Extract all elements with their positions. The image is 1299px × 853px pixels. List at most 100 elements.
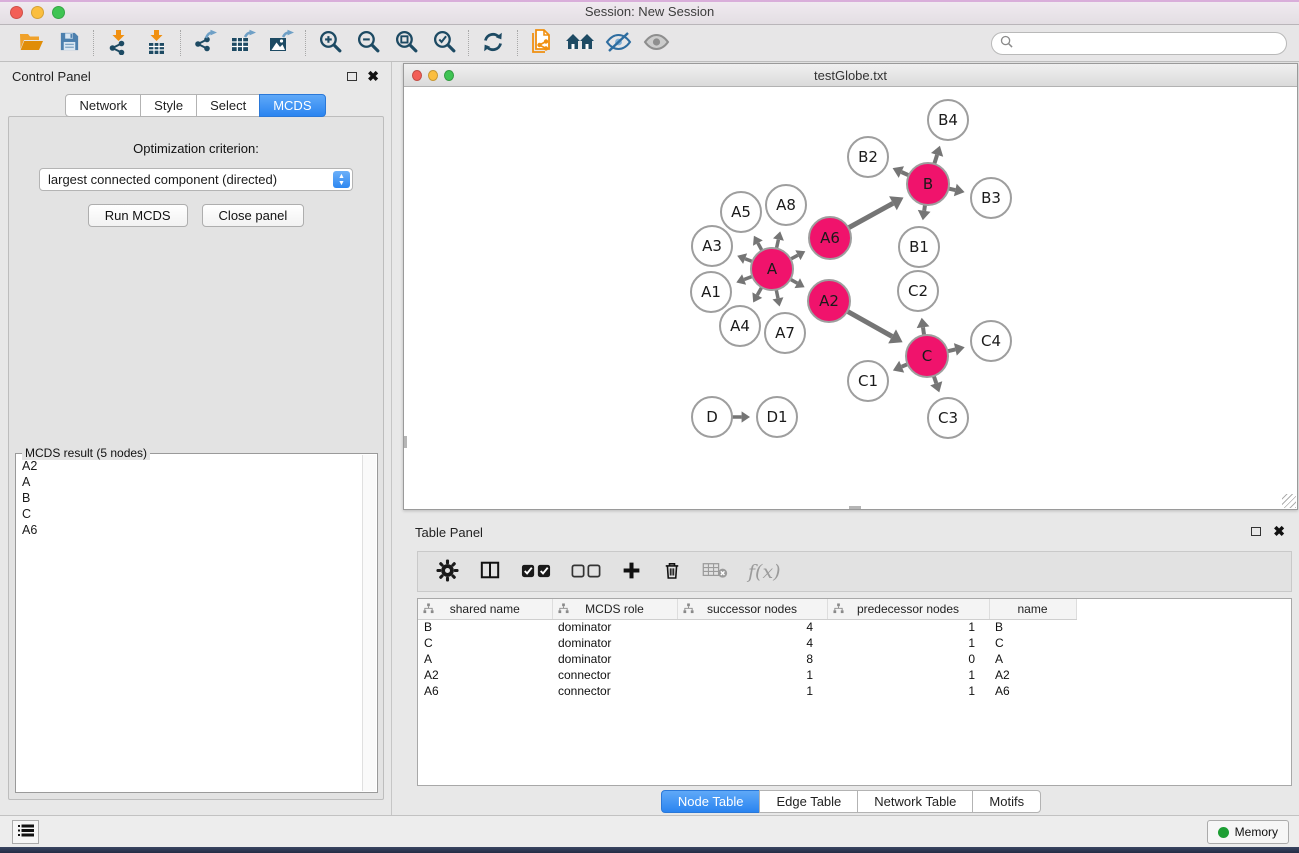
tab-node-table[interactable]: Node Table <box>661 790 761 813</box>
table-settings-button[interactable] <box>436 559 459 585</box>
search-box[interactable] <box>991 32 1287 55</box>
select-all-button[interactable] <box>521 563 551 581</box>
table-cell[interactable]: B <box>418 619 552 635</box>
network-graph[interactable]: AA1A2A3A4A5A6A7A8BB1B2B3B4CC1C2C3C4DD1 <box>404 87 1297 509</box>
tab-network[interactable]: Network <box>65 94 141 117</box>
table-cell[interactable]: B <box>989 619 1076 635</box>
search-input[interactable] <box>1018 36 1278 50</box>
graph-node-D1[interactable]: D1 <box>757 397 797 437</box>
column-header-predecessor-nodes[interactable]: predecessor nodes <box>827 599 989 619</box>
graph-node-B2[interactable]: B2 <box>848 137 888 177</box>
deselect-all-button[interactable] <box>571 563 601 581</box>
hide-selected-button[interactable] <box>599 28 637 59</box>
task-history-button[interactable] <box>12 820 39 844</box>
table-cell[interactable]: 1 <box>677 667 827 683</box>
network-zoom-button[interactable] <box>444 70 454 81</box>
table-cell[interactable]: 4 <box>677 635 827 651</box>
graph-node-A[interactable]: A <box>751 248 793 290</box>
open-session-button[interactable] <box>12 28 50 59</box>
table-cell[interactable]: 1 <box>677 683 827 699</box>
tab-select[interactable]: Select <box>196 94 260 117</box>
export-network-button[interactable] <box>186 28 224 59</box>
table-cell[interactable]: connector <box>552 683 677 699</box>
network-canvas[interactable]: AA1A2A3A4A5A6A7A8BB1B2B3B4CC1C2C3C4DD1 <box>404 87 1297 509</box>
close-panel-icon[interactable]: ✖ <box>367 71 379 81</box>
graph-node-A6[interactable]: A6 <box>809 217 851 259</box>
graph-node-B3[interactable]: B3 <box>971 178 1011 218</box>
result-scrollbar[interactable] <box>362 455 376 791</box>
table-cell[interactable]: 0 <box>827 651 989 667</box>
table-cell[interactable]: C <box>418 635 552 651</box>
new-network-from-selection-button[interactable] <box>523 28 561 59</box>
table-cell[interactable]: connector <box>552 667 677 683</box>
table-cell[interactable]: dominator <box>552 651 677 667</box>
add-row-button[interactable] <box>621 560 642 584</box>
graph-node-C3[interactable]: C3 <box>928 398 968 438</box>
network-window-titlebar[interactable]: testGlobe.txt <box>404 64 1297 87</box>
canvas-vscroll-nub[interactable] <box>404 436 407 448</box>
column-header-shared-name[interactable]: shared name <box>418 599 552 619</box>
table-row[interactable]: A6connector11A6 <box>418 683 1291 699</box>
graph-node-B1[interactable]: B1 <box>899 227 939 267</box>
column-header-successor-nodes[interactable]: successor nodes <box>677 599 827 619</box>
show-columns-button[interactable] <box>479 560 501 583</box>
first-neighbors-button[interactable] <box>561 28 599 59</box>
graph-node-C[interactable]: C <box>906 335 948 377</box>
export-table-button[interactable] <box>224 28 262 59</box>
canvas-hscroll-nub[interactable] <box>849 506 861 509</box>
network-minimize-button[interactable] <box>428 70 438 81</box>
import-network-button[interactable] <box>99 28 137 59</box>
function-builder-button[interactable]: f(x) <box>748 561 781 583</box>
table-cell[interactable]: 1 <box>827 683 989 699</box>
zoom-selected-button[interactable] <box>425 28 463 59</box>
table-cell[interactable]: 1 <box>827 619 989 635</box>
table-cell[interactable]: dominator <box>552 635 677 651</box>
zoom-out-button[interactable] <box>349 28 387 59</box>
show-all-button[interactable] <box>637 28 675 59</box>
graph-node-A8[interactable]: A8 <box>766 185 806 225</box>
delete-row-button[interactable] <box>662 560 682 584</box>
table-row[interactable]: Bdominator41B <box>418 619 1291 635</box>
table-row[interactable]: Cdominator41C <box>418 635 1291 651</box>
table-cell[interactable]: C <box>989 635 1076 651</box>
graph-node-A4[interactable]: A4 <box>720 306 760 346</box>
graph-node-A7[interactable]: A7 <box>765 313 805 353</box>
float-panel-icon[interactable] <box>347 72 357 81</box>
table-cell[interactable]: 1 <box>827 667 989 683</box>
resize-grip[interactable] <box>1282 494 1296 508</box>
table-cell[interactable]: A6 <box>989 683 1076 699</box>
refresh-view-button[interactable] <box>474 28 512 59</box>
table-cell[interactable]: A2 <box>989 667 1076 683</box>
delete-table-button[interactable] <box>702 561 728 582</box>
table-cell[interactable]: 8 <box>677 651 827 667</box>
zoom-in-button[interactable] <box>311 28 349 59</box>
memory-button[interactable]: Memory <box>1207 820 1289 844</box>
graph-node-A3[interactable]: A3 <box>692 226 732 266</box>
table-cell[interactable]: dominator <box>552 619 677 635</box>
table-row[interactable]: A2connector11A2 <box>418 667 1291 683</box>
import-table-button[interactable] <box>137 28 175 59</box>
save-session-button[interactable] <box>50 28 88 59</box>
optimization-select[interactable]: largest connected component (directed) ▲… <box>39 168 353 191</box>
graph-node-D[interactable]: D <box>692 397 732 437</box>
table-cell[interactable]: A <box>418 651 552 667</box>
column-header-mcds-role[interactable]: MCDS role <box>552 599 677 619</box>
table-cell[interactable]: A6 <box>418 683 552 699</box>
column-header-name[interactable]: name <box>989 599 1076 619</box>
tab-style[interactable]: Style <box>140 94 197 117</box>
float-table-panel-icon[interactable] <box>1251 527 1261 536</box>
tab-motifs[interactable]: Motifs <box>972 790 1041 813</box>
graph-node-A5[interactable]: A5 <box>721 192 761 232</box>
graph-node-C4[interactable]: C4 <box>971 321 1011 361</box>
network-close-button[interactable] <box>412 70 422 81</box>
graph-node-C2[interactable]: C2 <box>898 271 938 311</box>
graph-node-C1[interactable]: C1 <box>848 361 888 401</box>
table-cell[interactable]: A <box>989 651 1076 667</box>
tab-mcds[interactable]: MCDS <box>259 94 325 117</box>
export-image-button[interactable] <box>262 28 300 59</box>
zoom-fit-button[interactable] <box>387 28 425 59</box>
close-panel-button[interactable]: Close panel <box>202 204 305 227</box>
table-cell[interactable]: 1 <box>827 635 989 651</box>
table-row[interactable]: Adominator80A <box>418 651 1291 667</box>
graph-node-A2[interactable]: A2 <box>808 280 850 322</box>
